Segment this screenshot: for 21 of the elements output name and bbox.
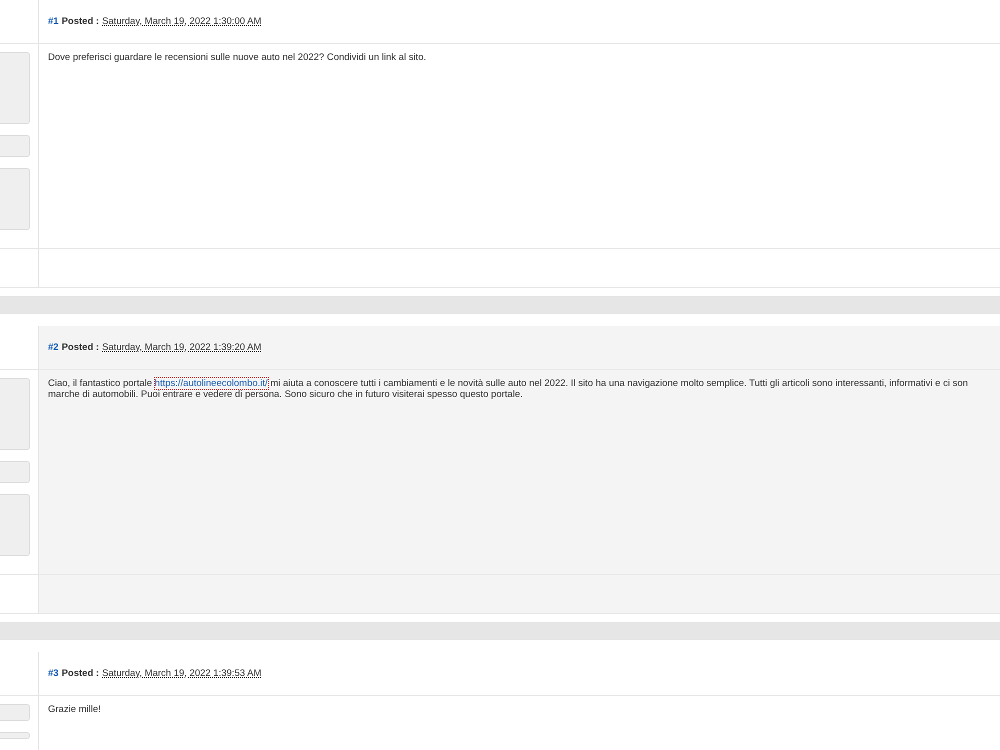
post-date: Saturday, March 19, 2022 1:30:00 AM <box>102 16 262 27</box>
user-panel <box>0 378 30 450</box>
user-panel <box>0 732 30 739</box>
user-panel <box>0 494 30 556</box>
posted-label: Posted : <box>62 16 100 27</box>
post-text: Ciao, il fantastico portale https://autolineecolombo.it/ mi aiuta a conoscere tutti i cambiamenti e le novità sulle auto nel 2022. Il sito ha una navigazione molto semplice. Tutti gli articoli sono interessanti, informativi e ci son marche di automobili. Puoi entrare e vedere di persona. Sono sicuro che in futuro visiterai spesso questo portale. <box>48 378 969 400</box>
user-panel <box>0 168 30 230</box>
user-panel <box>0 461 30 483</box>
post-date: Saturday, March 19, 2022 1:39:53 AM <box>102 668 262 679</box>
post-number[interactable]: #3 <box>48 668 59 679</box>
post-date: Saturday, March 19, 2022 1:39:20 AM <box>102 342 262 353</box>
user-panel <box>0 135 30 157</box>
post-text: Grazie mille! <box>48 704 102 715</box>
user-panel <box>0 704 30 722</box>
post-number[interactable]: #1 <box>48 16 59 27</box>
post-number[interactable]: #2 <box>48 342 59 353</box>
posted-label: Posted : <box>62 668 100 679</box>
posted-label: Posted : <box>62 342 100 353</box>
user-panel <box>0 52 30 124</box>
post-text: Dove preferisci guardare le recensioni sulle nuove auto nel 2022? Condividi un link al sito. <box>48 52 428 63</box>
post-link[interactable]: https://autolineecolombo.it/ <box>154 378 268 389</box>
